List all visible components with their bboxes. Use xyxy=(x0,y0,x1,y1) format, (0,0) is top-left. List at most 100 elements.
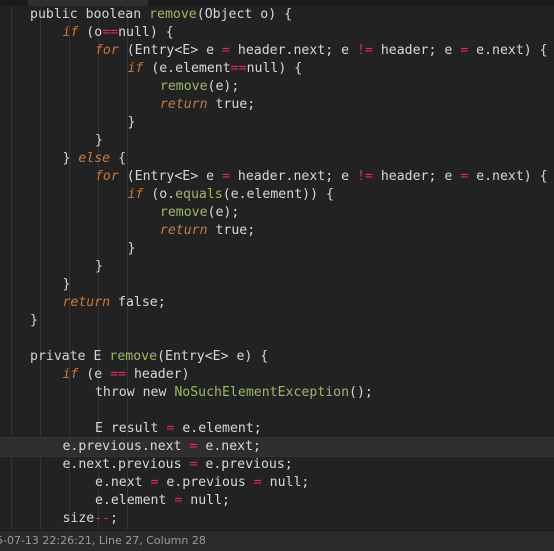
code-token: else xyxy=(78,151,111,166)
code-token: } xyxy=(62,151,79,166)
code-token: return xyxy=(62,295,111,310)
code-line[interactable] xyxy=(0,330,554,348)
code-content[interactable]: public boolean remove(Object o) {if (o==… xyxy=(0,6,554,531)
code-token: = xyxy=(253,475,262,490)
code-token: return xyxy=(159,223,208,238)
code-line[interactable]: return true; xyxy=(0,96,554,114)
code-token: = xyxy=(222,169,230,184)
code-token: e.previous.next xyxy=(62,439,190,454)
code-token: (); xyxy=(349,385,373,400)
code-line[interactable]: } xyxy=(0,312,554,330)
code-token: (Entry<E> e xyxy=(118,43,222,58)
code-line[interactable]: e.previous.next = e.next; xyxy=(0,438,554,456)
code-line[interactable]: } xyxy=(0,114,554,132)
code-token: for xyxy=(94,43,119,58)
code-line[interactable]: E result = e.element; xyxy=(0,420,554,438)
code-token: } xyxy=(127,115,136,130)
code-line[interactable]: e.element = null; xyxy=(0,492,554,510)
code-line[interactable]: if (e == header) xyxy=(0,366,554,384)
code-token: header) xyxy=(126,367,190,382)
code-token: (e); xyxy=(207,205,240,220)
code-line[interactable]: remove(e); xyxy=(0,78,554,96)
code-line[interactable]: remove(e); xyxy=(0,204,554,222)
code-token: (o. xyxy=(143,187,176,202)
code-line[interactable]: } xyxy=(0,240,554,258)
code-token: throw new xyxy=(94,385,175,400)
code-token: header.next; e xyxy=(229,43,357,58)
code-token: } xyxy=(94,259,103,274)
code-line[interactable]: e.next.previous = e.previous; xyxy=(0,456,554,474)
code-token: } xyxy=(94,133,103,148)
code-token: null; xyxy=(182,493,230,508)
code-token: e.next.previous xyxy=(62,457,190,472)
status-bar-text: 5-07-13 22:26:21, Line 27, Column 28 xyxy=(0,534,206,547)
code-token: == xyxy=(110,367,127,382)
code-line[interactable]: throw new NoSuchElementException(); xyxy=(0,384,554,402)
code-line[interactable]: for (Entry<E> e = header.next; e != head… xyxy=(0,168,554,186)
code-token: public xyxy=(30,7,86,22)
code-token: if xyxy=(62,367,79,382)
code-token: = xyxy=(460,169,469,184)
code-token: == xyxy=(102,25,119,40)
code-line[interactable]: return false; xyxy=(0,294,554,312)
code-line[interactable]: } xyxy=(0,132,554,150)
code-token: header; e xyxy=(372,169,461,184)
status-bar: 5-07-13 22:26:21, Line 27, Column 28 xyxy=(0,530,554,551)
code-token: ; xyxy=(110,511,119,526)
code-token: e.next) { xyxy=(468,43,548,58)
code-token: != xyxy=(357,43,373,58)
code-editor-area[interactable]: public boolean remove(Object o) {if (o==… xyxy=(0,6,554,531)
code-line[interactable]: size--; xyxy=(0,510,554,528)
code-token: size xyxy=(62,511,95,526)
code-token: (e.element)) { xyxy=(222,187,334,202)
code-token: (e); xyxy=(207,79,240,94)
code-line[interactable]: for (Entry<E> e = header.next; e != head… xyxy=(0,42,554,60)
code-token: if xyxy=(127,187,144,202)
code-token: true; xyxy=(207,97,256,112)
code-token: NoSuchElementException xyxy=(174,385,350,400)
code-token: (o xyxy=(78,25,103,40)
code-token: (Object o) { xyxy=(196,7,293,22)
code-token: E result xyxy=(94,421,167,436)
code-token: != xyxy=(357,169,373,184)
code-token: e.element xyxy=(94,493,175,508)
code-token: { xyxy=(110,151,127,166)
code-token: boolean xyxy=(85,7,150,22)
code-token: remove xyxy=(109,349,158,364)
code-line[interactable]: public boolean remove(Object o) { xyxy=(0,6,554,24)
code-line[interactable]: e.next = e.previous = null; xyxy=(0,474,554,492)
code-token: header.next; e xyxy=(229,169,357,184)
code-line[interactable]: } else { xyxy=(0,150,554,168)
code-token: remove xyxy=(159,205,208,220)
code-token: e.element; xyxy=(174,421,262,436)
code-token: null; xyxy=(261,475,310,490)
code-token: } xyxy=(30,313,38,328)
code-token: if xyxy=(62,25,79,40)
code-token: if xyxy=(127,61,144,76)
code-token: (e.element xyxy=(143,61,231,76)
code-token: (e xyxy=(78,367,111,382)
code-line[interactable]: if (o==null) { xyxy=(0,24,554,42)
code-token: e.next) { xyxy=(468,169,548,184)
code-token: for xyxy=(94,169,119,184)
code-line[interactable]: return true; xyxy=(0,222,554,240)
code-token: false; xyxy=(110,295,166,310)
code-token: } xyxy=(127,241,136,256)
code-line[interactable]: } xyxy=(0,258,554,276)
code-token: remove xyxy=(149,7,197,22)
code-token: true; xyxy=(207,223,256,238)
code-line[interactable] xyxy=(0,402,554,420)
code-token: equals xyxy=(175,187,223,202)
code-token: e.previous; xyxy=(197,457,293,472)
code-line[interactable]: if (e.element==null) { xyxy=(0,60,554,78)
code-token: null) { xyxy=(246,61,303,76)
code-line[interactable]: private E remove(Entry<E> e) { xyxy=(0,348,554,366)
code-token: = xyxy=(460,43,469,58)
code-token: null) { xyxy=(118,25,174,40)
code-line[interactable]: if (o.equals(e.element)) { xyxy=(0,186,554,204)
code-token: = xyxy=(222,43,230,58)
code-line[interactable]: } xyxy=(0,276,554,294)
code-token: } xyxy=(62,277,71,292)
code-token: header; e xyxy=(372,43,461,58)
code-token: e.previous xyxy=(158,475,254,490)
